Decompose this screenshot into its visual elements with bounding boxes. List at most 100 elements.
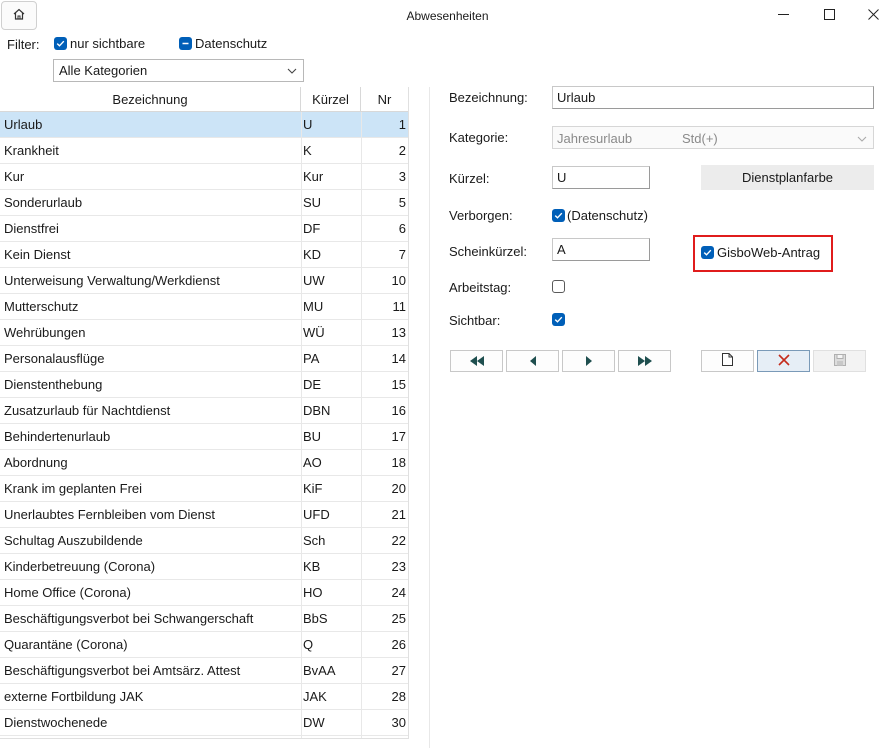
table-row[interactable]: Wehrübungen WÜ 13 [0,320,408,346]
sichtbar-checkbox[interactable] [552,313,565,326]
category-select[interactable]: Alle Kategorien [53,59,304,82]
table-row[interactable]: Sonderurlaub SU 5 [0,190,408,216]
kategorie-select[interactable]: Jahresurlaub Std(+) [552,126,874,149]
bezeichnung-cell: Krank im geplanten Frei [4,481,143,496]
datenschutz-checkbox[interactable] [179,37,192,50]
nr-cell: 24 [391,585,406,600]
last-icon [637,354,653,369]
kuerzel-cell: K [303,143,312,158]
sichtbar-label: Sichtbar: [449,313,501,328]
save-record-button[interactable] [813,350,866,372]
column-header-nr[interactable]: Nr [361,87,408,112]
dienstplanfarbe-button[interactable]: Dienstplanfarbe [701,165,874,190]
nr-cell: 22 [391,533,406,548]
title-bar: Abwesenheiten [0,0,895,32]
bezeichnung-label: Bezeichnung: [449,90,528,105]
bezeichnung-cell: Kein Dienst [4,247,71,262]
new-record-button[interactable] [701,350,754,372]
table-row[interactable]: Krankheit K 2 [0,138,408,164]
kuerzel-label: Kürzel: [449,171,490,186]
first-record-button[interactable] [450,350,503,372]
maximize-button[interactable] [806,0,852,30]
previous-record-button[interactable] [506,350,559,372]
bezeichnung-cell: Home Office (Corona) [4,585,131,600]
table-row[interactable]: Behindertenurlaub BU 17 [0,424,408,450]
kategorie-extra: Std(+) [682,131,718,146]
close-icon [868,8,879,23]
table-row[interactable]: Abordnung AO 18 [0,450,408,476]
kuerzel-cell: U [303,117,313,132]
kuerzel-cell: UFD [303,507,330,522]
kuerzel-cell: Q [303,637,314,652]
bezeichnung-cell: Kur [4,169,25,184]
kuerzel-cell: KB [303,559,321,574]
table-row[interactable]: Kur Kur 3 [0,164,408,190]
bezeichnung-cell: Unterweisung Verwaltung/Werkdienst [4,273,220,288]
table-row[interactable]: Dienstwochenede DW 30 [0,710,408,736]
table-row[interactable]: Kinderbetreuung (Corona) KB 23 [0,554,408,580]
column-header-bezeichnung[interactable]: Bezeichnung [0,87,301,112]
table-row[interactable]: Schultag Auszubildende Sch 22 [0,528,408,554]
bezeichnung-cell: Personalausflüge [4,351,105,366]
kuerzel-cell: MU [303,299,324,314]
table-row[interactable]: Beschäftigungsverbot bei Amtsärz. Attest… [0,658,408,684]
nr-cell: 15 [391,377,406,392]
kategorie-value: Jahresurlaub [557,131,633,146]
verborgen-checkbox[interactable] [552,209,565,222]
minimize-button[interactable] [760,0,806,30]
table-row[interactable]: Quarantäne (Corona) Q 26 [0,632,408,658]
kuerzel-cell: JAK [303,689,327,704]
nr-cell: 6 [398,221,406,236]
table-row[interactable]: Urlaub U 1 [0,112,408,138]
table-row[interactable]: Krank im geplanten Frei KiF 20 [0,476,408,502]
nr-cell: 26 [391,637,406,652]
verborgen-checkbox-label[interactable]: (Datenschutz) [567,208,648,223]
nur-sichtbare-label[interactable]: nur sichtbare [70,36,145,51]
kuerzel-cell: DW [303,715,325,730]
column-header-kuerzel[interactable]: Kürzel [301,87,361,112]
bezeichnung-cell: Schultag Auszubildende [4,533,143,548]
table-row[interactable]: Mutterschutz MU 11 [0,294,408,320]
table-row[interactable]: Zusatzurlaub für Nachtdienst DBN 16 [0,398,408,424]
verborgen-label: Verborgen: [449,208,513,223]
nr-cell: 7 [398,247,406,262]
kuerzel-cell: KiF [303,481,323,496]
gisboweb-checkbox[interactable] [701,246,714,259]
bezeichnung-cell: Sonderurlaub [4,195,83,210]
nr-cell: 27 [391,663,406,678]
table-row[interactable]: Unterweisung Verwaltung/Werkdienst UW 10 [0,268,408,294]
bezeichnung-cell: Behindertenurlaub [4,429,111,444]
pane-divider [429,87,430,748]
table-row[interactable]: Beschäftigungsverbot bei Schwangerschaft… [0,606,408,632]
gisboweb-label[interactable]: GisboWeb-Antrag [717,245,820,260]
scheinkuerzel-input[interactable]: A [552,238,650,261]
datenschutz-label[interactable]: Datenschutz [195,36,267,51]
last-record-button[interactable] [618,350,671,372]
table-row[interactable]: Home Office (Corona) HO 24 [0,580,408,606]
table-row[interactable]: Personalausflüge PA 14 [0,346,408,372]
kuerzel-cell: BvAA [303,663,336,678]
nr-cell: 1 [398,117,406,132]
delete-record-button[interactable] [757,350,810,372]
table-header: Bezeichnung Kürzel Nr [0,87,408,112]
table-row[interactable]: externe Fortbildung JAK JAK 28 [0,684,408,710]
table-row[interactable]: Unerlaubtes Fernbleiben vom Dienst UFD 21 [0,502,408,528]
nr-cell: 16 [391,403,406,418]
checkmark-icon [554,212,563,219]
table-row[interactable]: Kein Dienst KD 7 [0,242,408,268]
nur-sichtbare-checkbox[interactable] [54,37,67,50]
arbeitstag-label: Arbeitstag: [449,280,512,295]
checkmark-icon [703,249,712,256]
close-button[interactable] [852,0,895,30]
previous-icon [529,354,537,369]
table-row[interactable]: Dienstenthebung DE 15 [0,372,408,398]
bezeichnung-input[interactable]: Urlaub [552,86,874,109]
kuerzel-cell: DBN [303,403,331,418]
table-row[interactable]: Dienstfrei DF 6 [0,216,408,242]
save-icon [833,353,846,369]
kuerzel-input[interactable]: U [552,166,650,189]
arbeitstag-checkbox[interactable] [552,280,565,293]
kuerzel-cell: DF [303,221,321,236]
next-record-button[interactable] [562,350,615,372]
indeterminate-icon [182,42,189,45]
